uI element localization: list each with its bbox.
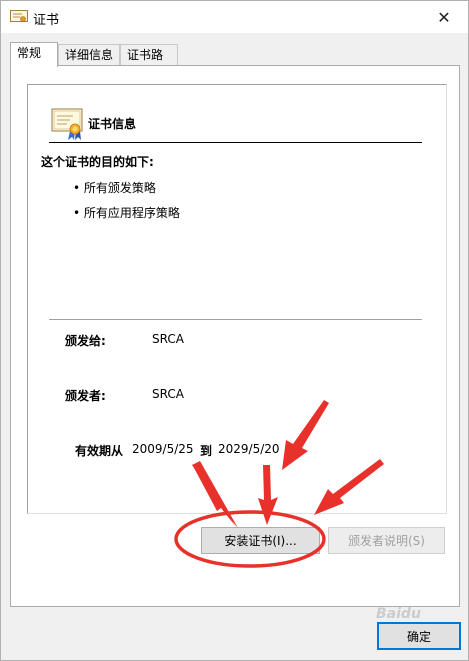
title-bar: 证书 ✕ (1, 1, 468, 33)
details-divider (49, 319, 422, 320)
certificate-info-icon (51, 108, 83, 140)
certificate-info-box: 证书信息 这个证书的目的如下: 所有颁发策略 所有应用程序策略 颁发给: SRC… (27, 84, 447, 514)
purpose-title: 这个证书的目的如下: (41, 155, 154, 169)
window-title: 证书 (33, 13, 60, 28)
issuer-statement-button[interactable]: 颁发者说明(S) (328, 527, 445, 554)
valid-to-value: 2029/5/20 (218, 442, 280, 456)
certificate-icon (10, 10, 28, 22)
tab-general[interactable]: 常规 (10, 42, 58, 67)
purpose-item: 所有颁发策略 (73, 179, 156, 196)
validity-label: 有效期从 (75, 444, 124, 458)
tab-certification-path[interactable]: 证书路径 (120, 44, 178, 82)
issued-to-value: SRCA (152, 332, 184, 346)
watermark: Baidu (376, 606, 421, 622)
validity-to-label: 到 (200, 444, 213, 458)
issued-by-label: 颁发者: (65, 389, 106, 403)
install-certificate-button[interactable]: 安装证书(I)... (201, 527, 320, 554)
tab-details[interactable]: 详细信息 (58, 44, 120, 66)
certificate-info-heading: 证书信息 (88, 117, 137, 131)
heading-divider (49, 142, 422, 143)
purpose-item: 所有应用程序策略 (73, 204, 180, 221)
valid-from-value: 2009/5/25 (132, 442, 194, 456)
issued-to-label: 颁发给: (65, 334, 106, 348)
close-button[interactable]: ✕ (426, 3, 462, 31)
certificate-dialog: 证书 ✕ 常规 详细信息 证书路径 证书信息 这个证书的目的如下: (0, 0, 469, 661)
general-tab-panel: 证书信息 这个证书的目的如下: 所有颁发策略 所有应用程序策略 颁发给: SRC… (10, 65, 460, 607)
ok-button[interactable]: 确定 (377, 622, 461, 650)
close-icon: ✕ (437, 7, 451, 27)
issued-by-value: SRCA (152, 387, 184, 401)
